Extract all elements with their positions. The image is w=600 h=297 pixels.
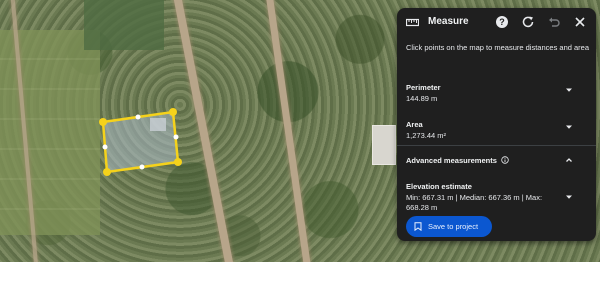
vertex-handle[interactable] xyxy=(174,158,182,166)
elevation-label: Elevation estimate xyxy=(406,182,472,191)
chevron-up-icon[interactable] xyxy=(565,156,573,164)
info-icon[interactable] xyxy=(501,156,509,164)
ruler-icon xyxy=(406,18,419,27)
midpoint-handle[interactable] xyxy=(139,164,145,170)
chevron-down-icon[interactable] xyxy=(565,123,573,131)
undo-icon[interactable] xyxy=(547,15,561,29)
chevron-down-icon[interactable] xyxy=(565,193,573,201)
instruction-text: Click points on the map to measure dista… xyxy=(406,43,590,52)
area-value: 1,273.44 m² xyxy=(406,131,447,140)
save-to-project-button[interactable]: Save to project xyxy=(406,216,492,237)
vertex-handle[interactable] xyxy=(103,168,111,176)
close-icon[interactable] xyxy=(573,15,587,29)
vertex-handle[interactable] xyxy=(169,108,177,116)
advanced-measurements-row[interactable]: Advanced measurements xyxy=(397,156,596,170)
perimeter-label: Perimeter xyxy=(406,83,441,92)
elevation-value: Min: 667.31 m | Median: 667.36 m | Max: … xyxy=(406,193,543,212)
panel-header: Measure ? xyxy=(397,8,596,36)
divider xyxy=(397,145,596,146)
perimeter-row[interactable]: Perimeter 144.89 m xyxy=(397,83,596,109)
vertex-handle[interactable] xyxy=(99,118,107,126)
measured-polygon[interactable] xyxy=(101,110,180,174)
help-icon[interactable]: ? xyxy=(495,15,509,29)
measure-panel: Measure ? Click points on the map to mea… xyxy=(397,8,596,241)
perimeter-value: 144.89 m xyxy=(406,94,438,103)
midpoint-handle[interactable] xyxy=(102,144,108,150)
area-label: Area xyxy=(406,120,423,129)
advanced-measurements-label: Advanced measurements xyxy=(406,156,497,165)
chevron-down-icon[interactable] xyxy=(565,86,573,94)
panel-title: Measure xyxy=(428,16,469,27)
area-row[interactable]: Area 1,273.44 m² xyxy=(397,120,596,146)
midpoint-handle[interactable] xyxy=(173,134,179,140)
refresh-icon[interactable] xyxy=(521,15,535,29)
midpoint-handle[interactable] xyxy=(135,114,141,120)
save-to-project-label: Save to project xyxy=(428,222,479,231)
svg-text:?: ? xyxy=(499,17,505,27)
bookmark-icon xyxy=(414,222,422,231)
